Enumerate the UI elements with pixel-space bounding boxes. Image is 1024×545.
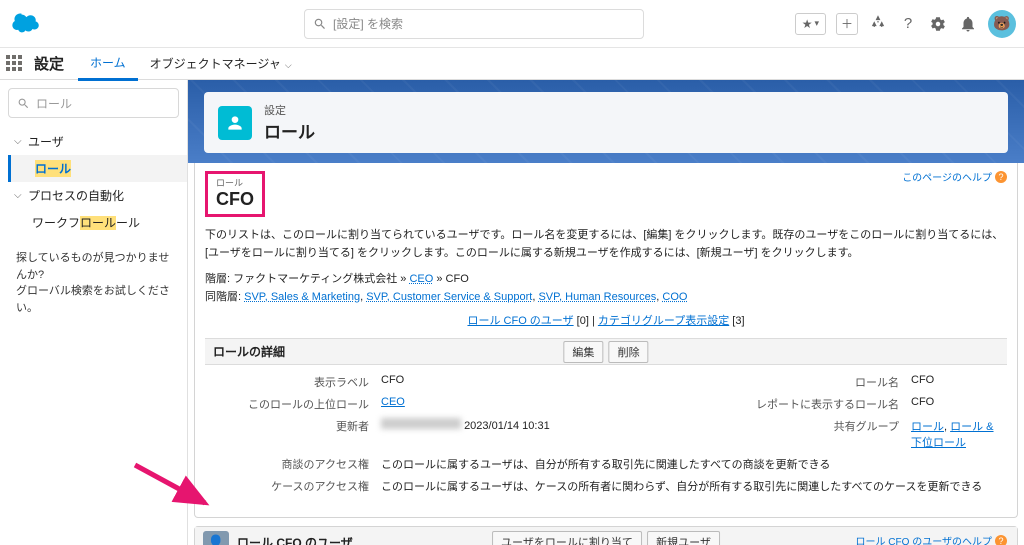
notifications-icon[interactable] xyxy=(958,14,978,34)
share-group-role-link[interactable]: ロール xyxy=(911,421,944,433)
setup-title: 設定 xyxy=(34,53,64,74)
updater-redacted xyxy=(381,418,461,429)
add-icon[interactable]: ＋ xyxy=(836,13,858,35)
page-help-link[interactable]: このページのヘルプ? xyxy=(902,169,1007,184)
users-help-link[interactable]: ロール CFO のユーザのヘルプ? xyxy=(856,533,1007,545)
chevron-down-icon: ⌵ xyxy=(285,60,292,70)
users-section-title: ロール CFO のユーザ xyxy=(237,534,353,545)
help-icon[interactable]: ? xyxy=(898,14,918,34)
hierarchy-ceo-link[interactable]: CEO xyxy=(409,273,433,285)
peers-list: 同階層: SVP, Sales & Marketing, SVP, Custom… xyxy=(205,288,1007,304)
global-search-input[interactable]: [設定] を検索 xyxy=(304,9,644,39)
edit-button[interactable]: 編集 xyxy=(563,341,603,363)
sidebar-item-workflow[interactable]: ワークフロールール xyxy=(8,209,187,236)
peer-link[interactable]: SVP, Customer Service & Support xyxy=(366,291,532,303)
anchor-links: ロール CFO のユーザ [0] | カテゴリグループ表示設定 [3] xyxy=(205,312,1007,328)
users-anchor-link[interactable]: ロール CFO のユーザ xyxy=(467,315,573,327)
search-icon xyxy=(17,97,30,110)
role-page-icon xyxy=(218,106,252,140)
detail-section-title: ロールの詳細 xyxy=(213,343,285,360)
sidebar-note: 探しているものが見つかりませんか? グローバル検索をお試しください。 xyxy=(8,250,187,316)
hierarchy-icon[interactable] xyxy=(868,14,888,34)
role-description: 下のリストは、このロールに割り当てられているユーザです。ロール名を変更するには、… xyxy=(205,227,1007,262)
role-detail-table: 表示ラベルCFO ロール名CFO このロールの上位ロールCEO レポートに表示す… xyxy=(205,371,1007,497)
sidebar-group-user[interactable]: ユーザ xyxy=(8,128,187,155)
tab-home[interactable]: ホーム xyxy=(78,47,138,81)
tab-object-manager[interactable]: オブジェクトマネージャ⌵ xyxy=(138,48,304,79)
setup-gear-icon[interactable] xyxy=(928,14,948,34)
role-title-highlight: ロール CFO xyxy=(205,171,265,217)
hierarchy-breadcrumb: 階層: ファクトマーケティング株式会社 » CEO » CFO xyxy=(205,270,1007,286)
parent-role-link[interactable]: CEO xyxy=(381,396,405,408)
sidebar-group-process[interactable]: プロセスの自動化 xyxy=(8,182,187,209)
page-eyebrow: 設定 xyxy=(264,102,315,118)
new-user-button[interactable]: 新規ユーザ xyxy=(647,531,720,545)
salesforce-logo[interactable] xyxy=(8,10,44,37)
assign-user-button[interactable]: ユーザをロールに割り当て xyxy=(492,531,642,545)
page-title: ロール xyxy=(264,118,315,143)
search-icon xyxy=(313,17,327,31)
user-avatar[interactable]: 🐻 xyxy=(988,10,1016,38)
peer-link[interactable]: SVP, Sales & Marketing xyxy=(244,291,360,303)
delete-button[interactable]: 削除 xyxy=(609,341,649,363)
sidebar-item-role[interactable]: ロール xyxy=(8,155,187,182)
app-launcher-icon[interactable] xyxy=(6,55,24,73)
favorites-button[interactable]: ★▾ xyxy=(795,13,826,35)
peer-link[interactable]: SVP, Human Resources xyxy=(538,291,656,303)
peer-link[interactable]: COO xyxy=(662,291,687,303)
sidebar-filter-input[interactable]: ロール xyxy=(8,88,179,118)
search-placeholder: [設定] を検索 xyxy=(333,15,403,32)
catg-anchor-link[interactable]: カテゴリグループ表示設定 xyxy=(598,315,729,327)
user-section-icon: 👤 xyxy=(203,531,229,545)
